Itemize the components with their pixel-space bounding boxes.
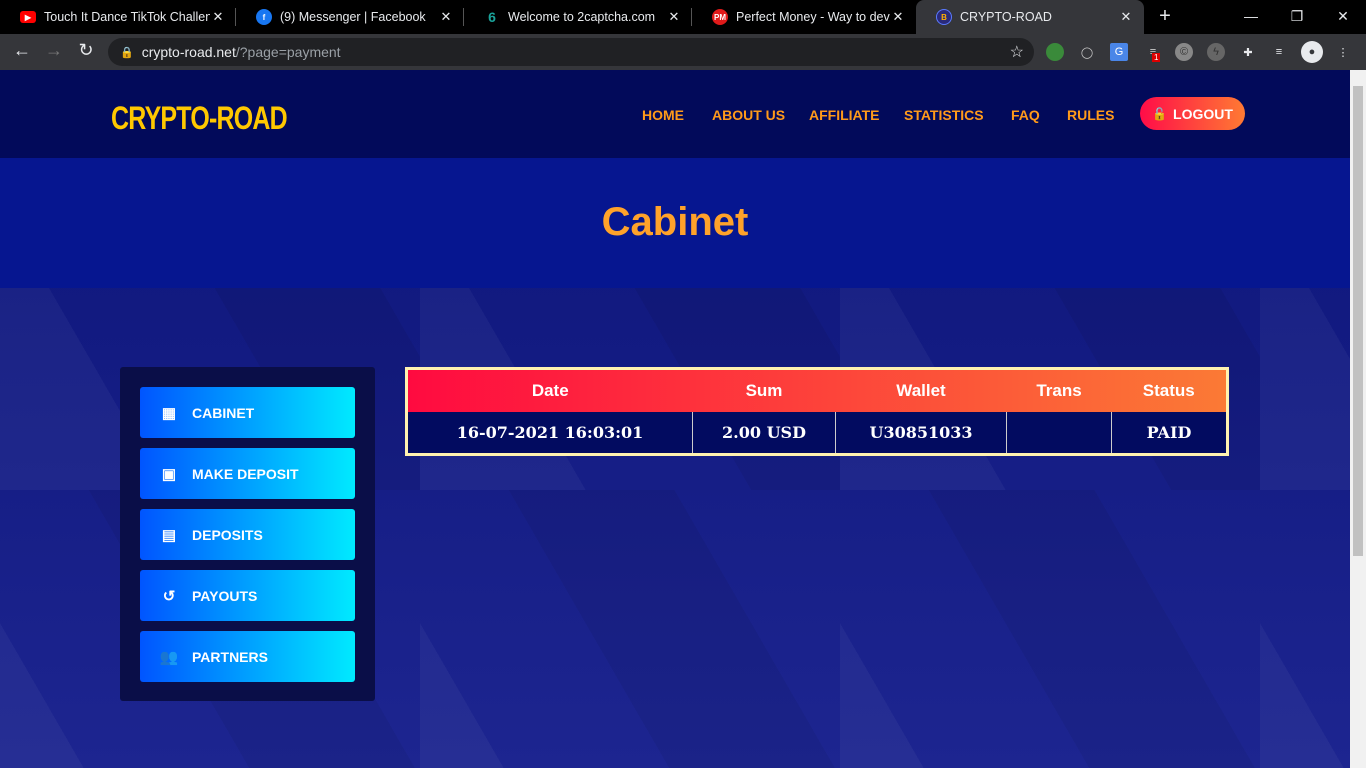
sidebar-item-make-deposit[interactable]: ▣ MAKE DEPOSIT: [140, 448, 355, 499]
close-tab-icon[interactable]: ✕: [1118, 9, 1134, 25]
nav-affiliate[interactable]: AFFILIATE: [809, 107, 880, 123]
menu-kebab-icon[interactable]: ⋮: [1334, 43, 1352, 61]
google-translate-icon[interactable]: G: [1110, 43, 1128, 61]
extension-icon[interactable]: ≡ 1: [1144, 43, 1162, 62]
tab-2captcha[interactable]: 6 Welcome to 2captcha.com ✕: [464, 0, 692, 34]
table-row: 16-07-2021 16:03:01 2.00 USD U30851033 P…: [406, 411, 1228, 455]
tab-messenger[interactable]: f (9) Messenger | Facebook ✕: [236, 0, 464, 34]
close-window-button[interactable]: ✕: [1320, 0, 1366, 32]
col-sum: Sum: [745, 380, 783, 400]
youtube-icon: ▶: [20, 11, 36, 23]
copyright-extension-icon[interactable]: ©: [1175, 43, 1193, 61]
payments-table: Date Sum Wallet Trans Status 16-07-2021 …: [405, 367, 1229, 456]
cell-trans: [1006, 411, 1112, 455]
close-tab-icon[interactable]: ✕: [666, 9, 682, 25]
site-header: CRYPTO-ROAD HOME ABOUT US AFFILIATE STAT…: [0, 70, 1350, 158]
tab-perfect-money[interactable]: PMPerfect Money - Way to develop✕: [692, 0, 916, 34]
new-tab-button[interactable]: +: [1142, 0, 1188, 32]
browser-toolbar: ← → ↻ 🔒 crypto-road.net/?page=payment ☆ …: [0, 34, 1366, 70]
close-tab-icon[interactable]: ✕: [210, 9, 226, 25]
reload-button[interactable]: ↻: [74, 40, 98, 61]
nav-faq[interactable]: FAQ: [1011, 107, 1040, 123]
col-wallet: Wallet: [896, 380, 946, 400]
sidebar: ▦ CABINET ▣ MAKE DEPOSIT ▤ DEPOSITS ↺ PAYOUT…: [120, 367, 375, 701]
users-icon: 👥: [159, 648, 179, 666]
tab-crypto-road[interactable]: B CRYPTO-ROAD ✕: [916, 0, 1144, 34]
page-banner: Cabinet: [0, 158, 1350, 288]
cell-sum: 2.00 USD: [692, 411, 836, 455]
2captcha-icon: 6: [488, 9, 496, 25]
profile-avatar-icon[interactable]: ●: [1301, 41, 1323, 63]
sidebar-item-payouts[interactable]: ↺ PAYOUTS: [140, 570, 355, 621]
sidebar-item-cabinet[interactable]: ▦ CABINET: [140, 387, 355, 438]
back-button[interactable]: ←: [10, 40, 34, 61]
minimize-button[interactable]: —: [1228, 0, 1274, 32]
nav-statistics[interactable]: STATISTICS: [904, 107, 984, 123]
tab-bar: ▶ Touch It Dance TikTok Challenge ✕ f (9) M…: [0, 0, 1366, 34]
tab-youtube[interactable]: ▶ Touch It Dance TikTok Challenge ✕: [0, 0, 236, 34]
perfect-money-icon: PM: [712, 9, 728, 25]
col-status: Status: [1142, 380, 1195, 400]
nav-rules[interactable]: RULES: [1067, 107, 1114, 123]
page-title: Cabinet: [601, 200, 749, 244]
col-date: Date: [531, 380, 569, 400]
wallet-icon: ▣: [161, 465, 177, 483]
page-scrollbar[interactable]: [1350, 70, 1366, 768]
nav-home[interactable]: HOME: [642, 107, 684, 123]
mouse-extension-icon[interactable]: ◯: [1078, 43, 1096, 61]
scrollbar-thumb[interactable]: [1353, 86, 1363, 556]
lock-icon: 🔒: [120, 46, 134, 59]
sidebar-item-partners[interactable]: 👥 PARTNERS: [140, 631, 355, 682]
history-icon: ↺: [162, 587, 176, 605]
media-control-icon[interactable]: ≡: [1270, 43, 1288, 61]
cell-status: PAID: [1111, 411, 1228, 455]
bookmark-star-icon[interactable]: ☆: [1010, 42, 1024, 62]
close-tab-icon[interactable]: ✕: [890, 9, 906, 25]
extension-icon[interactable]: [1046, 43, 1064, 61]
restore-button[interactable]: ❐: [1274, 0, 1320, 32]
forward-button[interactable]: →: [42, 40, 66, 61]
extensions-puzzle-icon[interactable]: ✚: [1239, 43, 1257, 61]
site-logo[interactable]: CRYPTO-ROAD: [111, 100, 288, 137]
nav-about-us[interactable]: ABOUT US: [712, 107, 785, 123]
logout-button[interactable]: 🔓 LOGOUT: [1140, 97, 1245, 130]
col-trans: Trans: [1036, 380, 1082, 400]
grid-icon: ▦: [161, 404, 177, 422]
cell-date: 16-07-2021 16:03:01: [406, 411, 693, 455]
lock-icon: 🔓: [1152, 106, 1168, 121]
atm-icon: ▤: [161, 526, 177, 544]
page-content: CRYPTO-ROAD HOME ABOUT US AFFILIATE STAT…: [0, 70, 1350, 768]
bolt-extension-icon[interactable]: ϟ: [1207, 43, 1225, 61]
crypto-road-icon: B: [936, 9, 952, 25]
close-tab-icon[interactable]: ✕: [438, 9, 454, 25]
sidebar-item-deposits[interactable]: ▤ DEPOSITS: [140, 509, 355, 560]
address-bar[interactable]: 🔒 crypto-road.net/?page=payment ☆: [108, 38, 1034, 66]
table-header-row: Date Sum Wallet Trans Status: [406, 368, 1228, 412]
cell-wallet: U30851033: [835, 411, 1007, 455]
facebook-icon: f: [256, 9, 272, 25]
